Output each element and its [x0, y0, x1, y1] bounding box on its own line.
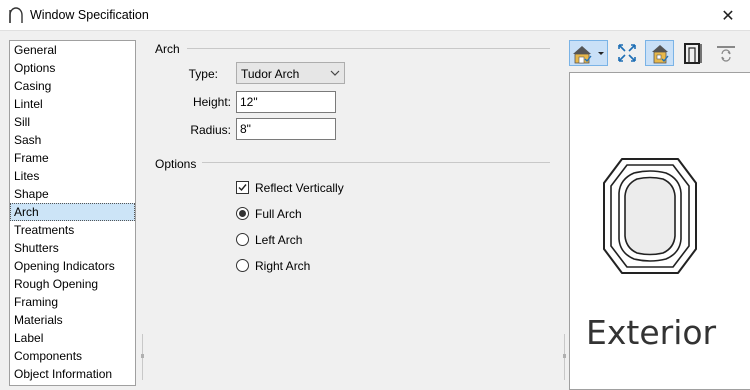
- radio-button[interactable]: [236, 233, 249, 246]
- splitter-grip-left[interactable]: [141, 334, 144, 380]
- fit-to-window-icon: [618, 44, 636, 62]
- sidebar-item-rough-opening[interactable]: Rough Opening: [10, 275, 135, 293]
- sidebar-item-shutters[interactable]: Shutters: [10, 239, 135, 257]
- options-group-divider: [202, 162, 550, 163]
- chevron-down-icon: [330, 70, 340, 76]
- arch-type-value: Tudor Arch: [241, 67, 300, 81]
- sidebar-item-opening-indicators[interactable]: Opening Indicators: [10, 257, 135, 275]
- sidebar-item-options[interactable]: Options: [10, 59, 135, 77]
- arch-group-divider: [187, 48, 550, 49]
- arch-group-label: Arch: [155, 42, 180, 56]
- title-bar: Window Specification ✕: [0, 0, 750, 31]
- radio-button[interactable]: [236, 207, 249, 220]
- sidebar-item-treatments[interactable]: Treatments: [10, 221, 135, 239]
- sidebar-item-arch[interactable]: Arch: [10, 203, 135, 221]
- sidebar-item-casing[interactable]: Casing: [10, 77, 135, 95]
- category-list: General Options Casing Lintel Sill Sash …: [9, 40, 136, 386]
- preview-view-label: Exterior: [586, 313, 717, 352]
- door-frame-icon: [684, 43, 702, 64]
- checkbox-box[interactable]: [236, 181, 249, 194]
- camera-view-button[interactable]: [569, 40, 608, 66]
- refresh-button[interactable]: [713, 40, 739, 66]
- sidebar-item-lintel[interactable]: Lintel: [10, 95, 135, 113]
- sidebar-item-general[interactable]: General: [10, 41, 135, 59]
- radius-label: Radius:: [190, 123, 231, 137]
- camera-view-icon: [573, 46, 604, 64]
- color-view-button[interactable]: [645, 40, 674, 66]
- arch-app-icon: [9, 7, 23, 23]
- sidebar-item-shape[interactable]: Shape: [10, 185, 135, 203]
- window-title: Window Specification: [30, 8, 149, 22]
- sidebar-item-label[interactable]: Label: [10, 329, 135, 347]
- sidebar-item-sash[interactable]: Sash: [10, 131, 135, 149]
- type-label: Type:: [188, 67, 218, 81]
- height-field[interactable]: [236, 91, 336, 113]
- reflect-vertically-label: Reflect Vertically: [255, 181, 344, 195]
- sidebar-item-object-information[interactable]: Object Information: [10, 365, 135, 383]
- sidebar-item-sill[interactable]: Sill: [10, 113, 135, 131]
- right-arch-label: Right Arch: [255, 259, 311, 273]
- radio-selected-dot: [239, 210, 246, 217]
- checkmark-icon: [238, 184, 247, 192]
- sidebar-item-components[interactable]: Components: [10, 347, 135, 365]
- color-house-icon: [652, 45, 669, 64]
- sidebar-item-materials[interactable]: Materials: [10, 311, 135, 329]
- options-group-label: Options: [155, 157, 197, 171]
- sidebar-item-framing[interactable]: Framing: [10, 293, 135, 311]
- sidebar-item-frame[interactable]: Frame: [10, 149, 135, 167]
- close-button[interactable]: ✕: [720, 6, 736, 26]
- fit-to-window-button[interactable]: [614, 40, 640, 66]
- sidebar-item-lites[interactable]: Lites: [10, 167, 135, 185]
- tudor-arch-window-preview: [603, 158, 697, 274]
- full-arch-label: Full Arch: [255, 207, 302, 221]
- height-label: Height:: [192, 95, 231, 109]
- radio-button[interactable]: [236, 259, 249, 272]
- left-arch-label: Left Arch: [255, 233, 303, 247]
- refresh-icon: [717, 46, 735, 62]
- preview-pane: Exterior: [569, 72, 750, 390]
- arch-type-select[interactable]: Tudor Arch: [236, 62, 345, 84]
- splitter-grip-right[interactable]: [563, 334, 566, 380]
- door-frame-button[interactable]: [680, 40, 706, 66]
- radius-field[interactable]: [236, 118, 336, 140]
